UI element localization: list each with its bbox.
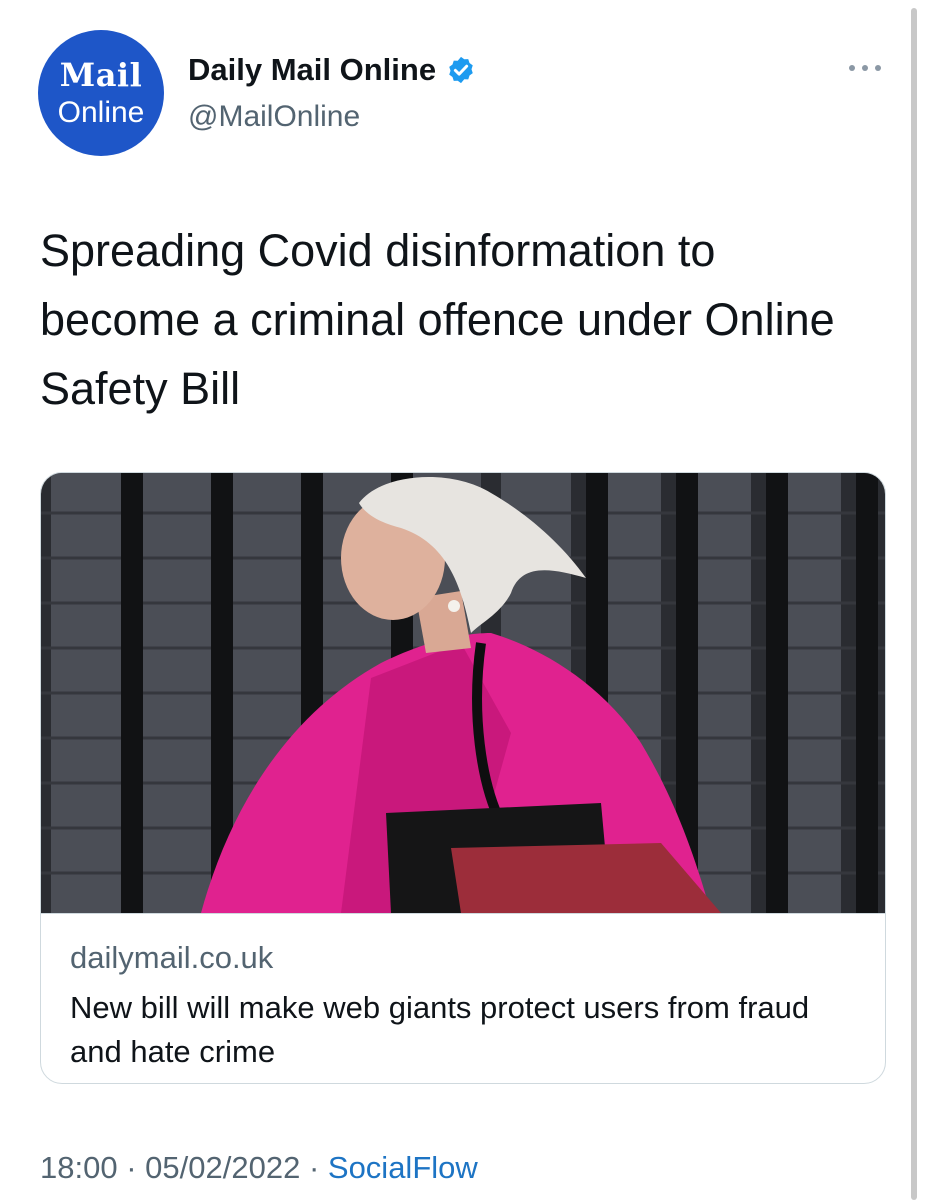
meta-separator: · [126,1150,137,1185]
verified-badge-icon [449,56,473,84]
avatar-logo-online: Online [57,96,145,129]
link-card[interactable]: dailymail.co.uk New bill will make web g… [40,472,886,1084]
author-name-row: Daily Mail Online [188,52,476,88]
link-card-body: dailymail.co.uk New bill will make web g… [41,913,885,1083]
avatar[interactable]: Mail Online [38,30,164,156]
meta-separator: · [308,1150,320,1185]
avatar-logo-mail: Mail [59,56,143,94]
tweet-date[interactable]: 05/02/2022 [145,1150,300,1185]
author-handle[interactable]: @MailOnline [188,100,360,134]
scrollbar[interactable] [911,8,917,1200]
more-options-icon[interactable] [845,58,885,78]
link-card-title: New bill will make web giants protect us… [70,990,810,1069]
tweet-meta: 18:00 · 05/02/2022 · SocialFlow [40,1150,478,1186]
display-name[interactable]: Daily Mail Online [188,52,436,88]
tweet-time[interactable]: 18:00 [40,1150,118,1185]
tweet-source-link[interactable]: SocialFlow [328,1150,478,1185]
link-card-domain: dailymail.co.uk [70,940,274,975]
tweet-text: Spreading Covid disinformation to become… [40,225,835,414]
article-photo [41,473,885,913]
